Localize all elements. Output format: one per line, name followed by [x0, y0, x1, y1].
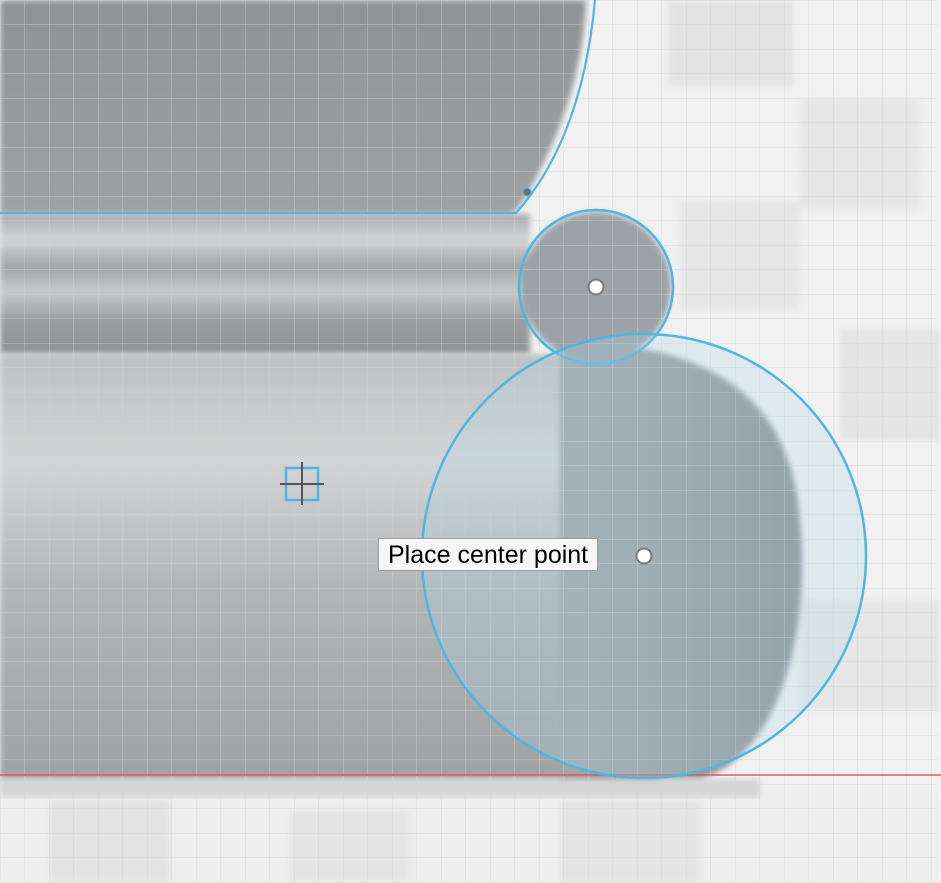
origin-crosshair-icon[interactable]	[280, 462, 324, 505]
place-center-point-tooltip: Place center point	[378, 538, 599, 571]
sketch-viewport[interactable]: Place center point	[0, 0, 941, 883]
profile-endpoint[interactable]	[522, 187, 532, 197]
center-point-icon[interactable]	[635, 547, 653, 565]
design-canvas[interactable]	[0, 0, 941, 883]
center-point-icon[interactable]	[587, 278, 605, 296]
